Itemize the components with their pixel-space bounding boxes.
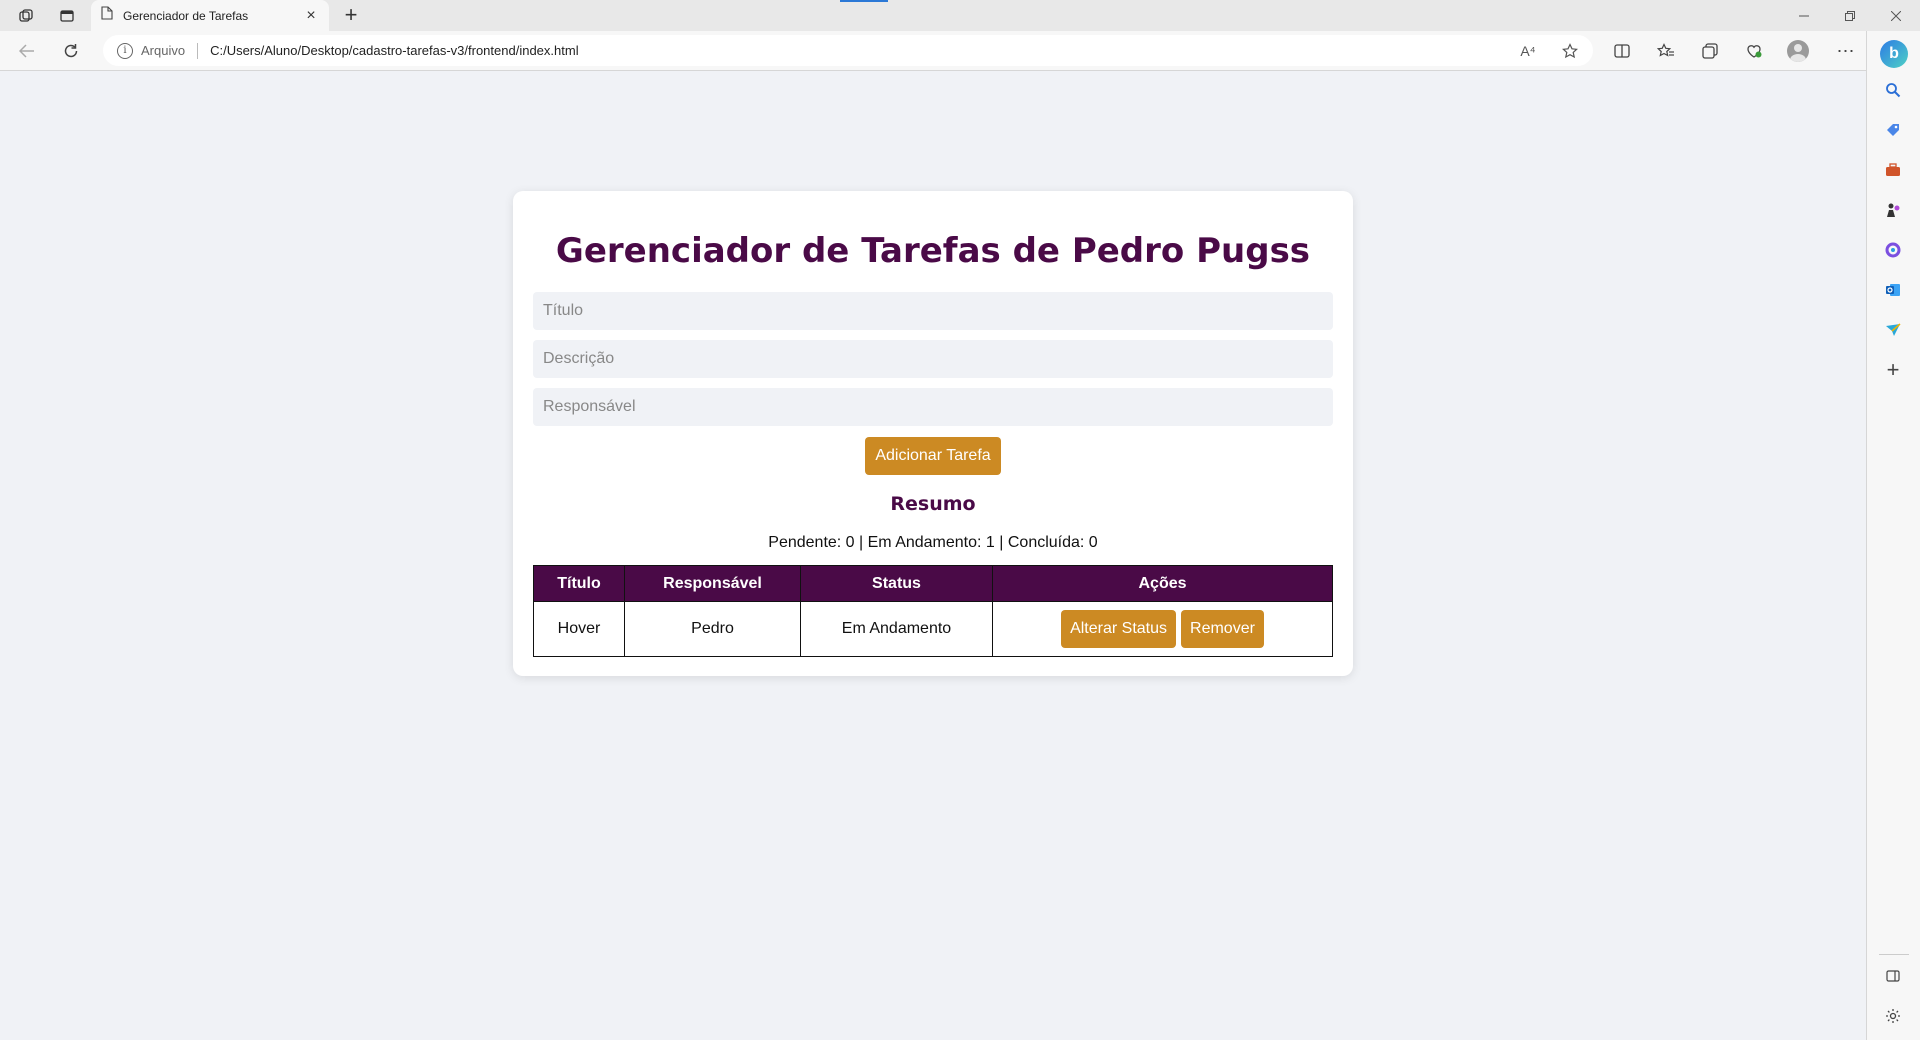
summary-heading: Resumo	[890, 493, 976, 515]
address-bar[interactable]: i Arquivo C:/Users/Aluno/Desktop/cadastr…	[103, 35, 1593, 66]
microsoft-365-icon[interactable]	[1880, 237, 1906, 263]
close-window-icon[interactable]	[1874, 0, 1918, 31]
add-task-button[interactable]: Adicionar Tarefa	[865, 437, 1001, 475]
tools-briefcase-icon[interactable]	[1880, 157, 1906, 183]
shopping-tag-icon[interactable]	[1880, 117, 1906, 143]
bing-copilot-icon[interactable]: b	[1880, 40, 1908, 68]
browser-essentials-icon[interactable]	[1740, 38, 1768, 64]
read-aloud-icon[interactable]: A⁴	[1514, 41, 1542, 61]
collections-icon[interactable]	[1696, 38, 1724, 64]
task-responsible-cell: Pedro	[624, 601, 801, 657]
split-screen-icon[interactable]	[1608, 38, 1636, 64]
add-sidebar-app-icon[interactable]: +	[1880, 357, 1906, 383]
new-tab-button[interactable]: +	[338, 2, 364, 28]
description-input[interactable]	[533, 340, 1333, 378]
tab-active[interactable]: Gerenciador de Tarefas ×	[91, 0, 329, 31]
responsible-input[interactable]	[533, 388, 1333, 426]
sidebar-divider	[1879, 954, 1909, 955]
tab-title: Gerenciador de Tarefas	[123, 8, 249, 23]
address-separator	[197, 42, 199, 59]
games-icon[interactable]	[1880, 197, 1906, 223]
drop-send-icon[interactable]	[1880, 317, 1906, 343]
back-icon[interactable]	[12, 37, 42, 65]
table-header-row: Título Responsável Status Ações	[533, 565, 1333, 602]
column-header-title: Título	[533, 565, 625, 602]
refresh-icon[interactable]	[56, 37, 86, 65]
task-manager-card: Gerenciador de Tarefas de Pedro Pugss Ad…	[513, 191, 1353, 676]
column-header-responsible: Responsável	[624, 565, 801, 602]
favorites-icon[interactable]	[1652, 38, 1680, 64]
page-viewport: Gerenciador de Tarefas de Pedro Pugss Ad…	[0, 71, 1866, 1040]
tab-actions-icon[interactable]	[53, 4, 81, 28]
table-row: Hover Pedro Em Andamento Alterar Status …	[533, 601, 1333, 657]
page-icon	[101, 6, 113, 25]
change-status-button[interactable]: Alterar Status	[1061, 610, 1177, 648]
column-header-actions: Ações	[992, 565, 1333, 602]
search-icon[interactable]	[1880, 77, 1906, 103]
summary-counts: Pendente: 0 | Em Andamento: 1 | Concluíd…	[768, 534, 1098, 551]
task-status-cell: Em Andamento	[800, 601, 993, 657]
restore-icon[interactable]	[1828, 0, 1872, 31]
browser-toolbar: i Arquivo C:/Users/Aluno/Desktop/cadastr…	[0, 31, 1920, 71]
title-input[interactable]	[533, 292, 1333, 330]
info-icon[interactable]: i	[117, 42, 133, 59]
tab-close-icon[interactable]: ×	[303, 7, 319, 25]
minimize-icon[interactable]	[1782, 0, 1826, 31]
edge-sidebar: b +	[1866, 31, 1920, 1040]
remove-button[interactable]: Remover	[1181, 610, 1264, 648]
column-header-status: Status	[800, 565, 993, 602]
sidebar-settings-gear-icon[interactable]	[1880, 1003, 1906, 1029]
outlook-icon[interactable]	[1880, 277, 1906, 303]
page-title: Gerenciador de Tarefas de Pedro Pugss	[555, 231, 1311, 271]
address-label: Arquivo	[141, 43, 186, 58]
hide-sidebar-icon[interactable]	[1880, 963, 1906, 989]
more-options-icon[interactable]: ⋯	[1832, 38, 1860, 64]
task-actions-cell: Alterar Status Remover	[992, 601, 1333, 657]
profile-avatar[interactable]	[1787, 40, 1809, 62]
workspaces-icon[interactable]	[12, 4, 40, 28]
tab-bar: Gerenciador de Tarefas × +	[0, 0, 1920, 31]
favorite-star-icon[interactable]	[1556, 41, 1584, 61]
tasks-table: Título Responsável Status Ações Hover Pe…	[533, 565, 1333, 657]
address-url[interactable]: C:/Users/Aluno/Desktop/cadastro-tarefas-…	[210, 43, 579, 58]
task-title-cell: Hover	[533, 601, 625, 657]
drag-indicator	[840, 0, 888, 2]
